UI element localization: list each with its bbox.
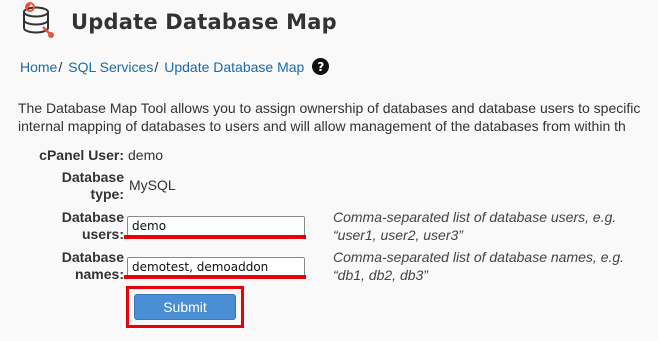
database-type-label-line2: type: [90,186,124,202]
database-names-hint-line2: “db1, db2, db3” [333,267,428,283]
breadcrumb: Home / SQL Services / Update Database Ma… [20,58,330,75]
page-header: Update Database Map [18,2,337,42]
database-users-label-line2: users: [81,226,124,242]
database-names-highlight [124,275,306,279]
breadcrumb-separator: / [58,58,63,75]
database-type-label-line1: Database [61,169,124,185]
breadcrumb-separator: / [154,58,159,75]
database-users-hint-line1: Comma-separated list of database users, … [333,209,617,225]
breadcrumb-sql-services-link[interactable]: SQL Services [68,59,153,75]
page-title: Update Database Map [71,10,337,34]
database-users-hint-line2: “user1, user2, user3” [333,227,463,243]
database-names-hint-line1: Comma-separated list of database names, … [333,249,625,265]
description-line-2: internal mapping of databases to users a… [18,118,626,134]
submit-button[interactable]: Submit [134,294,236,320]
database-type-label: Database type: [62,169,124,203]
database-users-input[interactable] [127,216,305,236]
database-names-label-line1: Database [61,249,124,265]
help-question-icon[interactable]: ? [312,58,330,75]
database-names-hint: Comma-separated list of database names, … [333,248,653,284]
cpanel-user-label: cPanel User: [39,147,124,163]
breadcrumb-current-page-link[interactable]: Update Database Map [164,59,304,75]
database-users-highlight [124,235,306,239]
breadcrumb-home-link[interactable]: Home [20,59,57,75]
database-type-value: MySQL [129,177,176,193]
cpanel-user-value: demo [128,147,164,163]
database-users-label: Database users: [62,209,124,243]
database-names-label: Database names: [62,249,124,283]
database-icon [18,2,58,42]
database-users-label-line1: Database [61,209,124,225]
submit-highlight-frame: Submit [126,286,244,328]
database-names-label-line2: names: [74,266,124,282]
page-description: The Database Map Tool allows you to assi… [18,99,658,135]
description-line-1: The Database Map Tool allows you to assi… [18,100,641,116]
database-users-hint: Comma-separated list of database users, … [333,208,653,244]
database-names-input[interactable] [127,257,305,277]
